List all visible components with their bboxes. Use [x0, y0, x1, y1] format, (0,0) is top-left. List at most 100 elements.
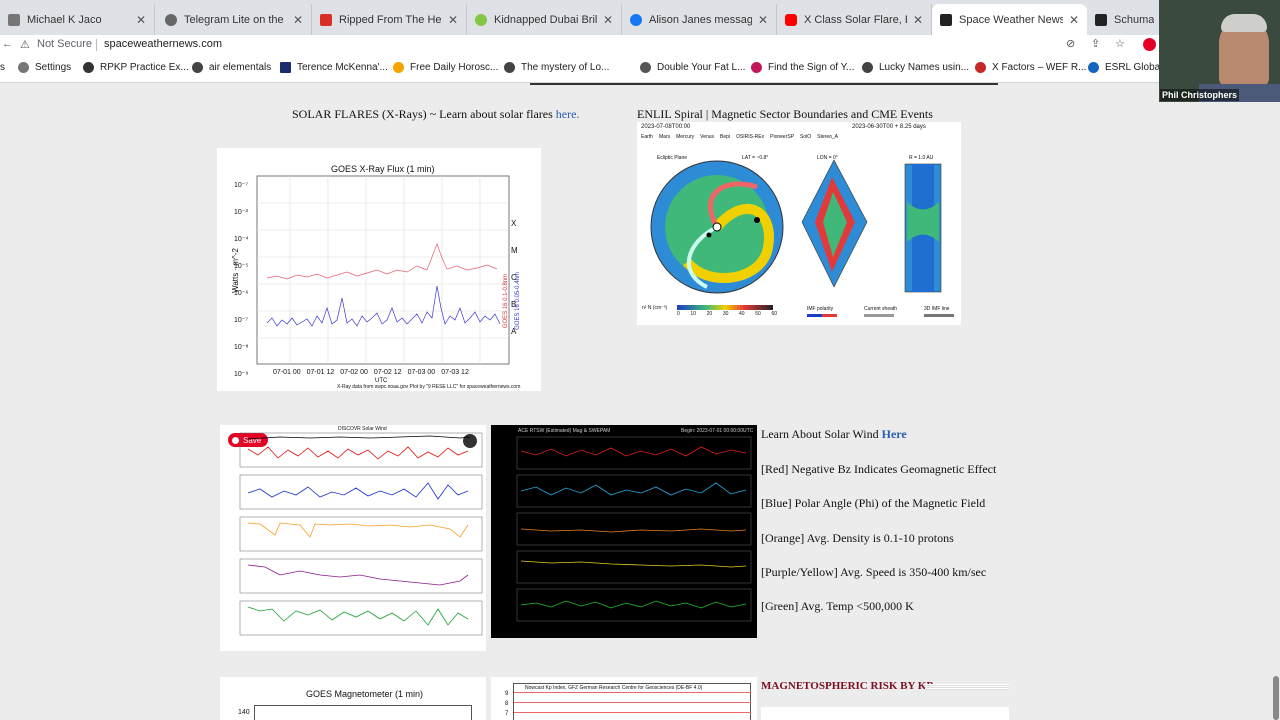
legend-red: [Red] Negative Bz Indicates Geomagnetic …: [761, 462, 997, 476]
bookmark-apps[interactable]: s: [0, 62, 5, 73]
tab-gmail[interactable]: Ripped From The Headlin ✕: [312, 4, 467, 35]
gmail-icon: [320, 13, 332, 26]
url-field[interactable]: spaceweathernews.com: [104, 38, 222, 50]
flare-class: X: [511, 219, 517, 228]
solar-flares-link[interactable]: here.: [556, 107, 580, 121]
colorbar-tick: 50: [755, 311, 761, 317]
solar-wind-link[interactable]: Here: [882, 427, 907, 441]
bookmark-fat-loss[interactable]: Double Your Fat L...: [640, 62, 745, 73]
tab-telegram[interactable]: Telegram Lite on the Mac ✕: [157, 4, 312, 35]
enlil-graphic: [650, 159, 954, 317]
bookmark-air-elementals[interactable]: air elementals: [192, 62, 271, 73]
kp-index-plot[interactable]: Nowcast Kp Index, GFZ German Research Ce…: [491, 677, 757, 720]
tab-youtube[interactable]: X Class Solar Flare, Brain ✕: [777, 4, 932, 35]
kp-threshold-line: [514, 702, 751, 703]
colorbar-tick: 0: [677, 311, 680, 317]
goes-xray-plot[interactable]: GOES X-Ray Flux (1 min) Watts · m^-2 10⁻…: [217, 148, 541, 391]
colorbar-tick: 60: [771, 311, 777, 317]
plot-axis: [254, 705, 472, 720]
risk-table: [761, 707, 1009, 720]
enlil-spiral-image[interactable]: 2023-07-08T00:00 2023-06-30T00 + 8.25 da…: [637, 122, 961, 325]
bookmark-settings[interactable]: Settings: [18, 62, 71, 73]
gear-icon: [18, 62, 29, 73]
legend-green: [Green] Avg. Temp <500,000 K: [761, 599, 914, 613]
tab-michael-jaco[interactable]: Michael K Jaco ✕: [0, 4, 155, 35]
x-tick: 07-02 00: [340, 369, 368, 376]
address-divider: [96, 39, 97, 51]
solar-wind-learn: Learn About Solar Wind Here: [761, 427, 907, 442]
y-tick: 10⁻⁶: [234, 290, 249, 297]
bookmark-label: The mystery of Lo...: [521, 62, 610, 73]
plot-credit: X-Ray data from swpc.noaa.gov Plot by "9…: [337, 384, 521, 390]
x-tick-labels: 07-01 00 07-01 12 07-02 00 07-02 12 07-0…: [273, 369, 469, 376]
bookmark-label: Settings: [35, 62, 72, 73]
site-icon: [280, 62, 291, 73]
close-icon[interactable]: ✕: [913, 13, 923, 27]
y-tick: 10⁻⁵: [234, 263, 249, 270]
plot-title: GOES Magnetometer (1 min): [306, 689, 424, 699]
goes-magnetometer-plot[interactable]: GOES Magnetometer (1 min) 140: [220, 677, 486, 720]
x-icon: [975, 62, 986, 73]
y-tick: 10⁻³: [234, 209, 248, 216]
heading-rule: [925, 684, 1009, 690]
tab-rumble[interactable]: Kidnapped Dubai Brillianc ✕: [467, 4, 622, 35]
close-icon[interactable]: ✕: [293, 13, 303, 27]
close-icon[interactable]: ✕: [603, 13, 613, 27]
security-status[interactable]: Not Secure: [37, 38, 92, 50]
bookmark-esrl[interactable]: ESRL Global: [1088, 62, 1162, 73]
back-arrow-icon[interactable]: ←: [2, 38, 13, 50]
discovr-solar-wind-plot[interactable]: DISCOVR Solar Wind Save: [220, 425, 486, 651]
webcam-hair: [1221, 14, 1267, 32]
bookmark-horoscope[interactable]: Free Daily Horosc...: [393, 62, 498, 73]
bookmark-label: Lucky Names usin...: [879, 62, 970, 73]
tab-label: Alison Janes messaged F: [649, 13, 752, 26]
bookmark-x-factors[interactable]: X Factors – WEF R...: [975, 62, 1086, 73]
bookmark-label: Find the Sign of Y...: [768, 62, 855, 73]
colorbar-tick: 10: [690, 311, 696, 317]
close-icon[interactable]: ✕: [136, 13, 146, 27]
bookmark-label: X Factors – WEF R...: [992, 62, 1087, 73]
colorbar-tick: 20: [706, 311, 713, 317]
flare-class: M: [511, 246, 518, 255]
bookmark-find-sign[interactable]: Find the Sign of Y...: [751, 62, 854, 73]
share-icon[interactable]: ⇪: [1091, 37, 1100, 50]
tab-label: Schumann: [1114, 13, 1154, 26]
x-tick: 07-03 00: [407, 369, 436, 376]
star-icon[interactable]: ☆: [1115, 37, 1125, 50]
enlil-colorbar-label: n² N (cm⁻³): [642, 305, 668, 311]
enlil-heading: ENLIL Spiral | Magnetic Sector Boundarie…: [637, 107, 933, 121]
bookmark-mystery[interactable]: The mystery of Lo...: [504, 62, 609, 73]
ace-charts: [516, 436, 752, 622]
legend-long: GOES 16 0.1-0.8nm: [503, 273, 510, 329]
y-tick: 10⁻⁹: [234, 371, 249, 378]
globe-icon: [192, 62, 203, 73]
solar-flares-text: SOLAR FLARES (X-Rays) ~ Learn about sola…: [292, 107, 556, 121]
legend-short: GOES 16 0.05-0.4nm: [514, 272, 521, 330]
bookmark-label: RPKP Practice Ex...: [100, 62, 189, 73]
youtube-icon: [785, 13, 797, 26]
ace-rtsw-plot[interactable]: ACE RTSW (Estimated) Mag & SWEPAM Begin:…: [491, 425, 757, 638]
bookmark-terence[interactable]: Terence McKenna'...: [280, 62, 388, 73]
x-tick: 07-01 12: [306, 369, 335, 376]
tab-label: Kidnapped Dubai Brillianc: [494, 13, 597, 26]
tab-label: Ripped From The Headlin: [339, 13, 442, 26]
kp-y-ticks: 9 8 7: [505, 689, 508, 719]
close-icon[interactable]: ✕: [758, 13, 768, 27]
colorbar-tick: 30: [722, 311, 729, 317]
bookmark-label: Free Daily Horosc...: [410, 62, 499, 73]
scrollbar-thumb[interactable]: [1273, 676, 1279, 720]
tab-schumann[interactable]: Schumann: [1087, 4, 1162, 35]
warning-icon[interactable]: ⚠: [20, 38, 30, 51]
tab-space-weather-news[interactable]: Space Weather News ✕: [932, 4, 1087, 35]
bookmark-lucky-names[interactable]: Lucky Names usin...: [862, 62, 969, 73]
eye-off-icon[interactable]: ⊘: [1066, 37, 1075, 50]
close-icon[interactable]: ✕: [1069, 13, 1079, 27]
address-bar: ← ⚠ Not Secure spaceweathernews.com ⊘ ⇪ …: [0, 35, 1280, 56]
bookmark-rpkp[interactable]: RPKP Practice Ex...: [83, 62, 189, 73]
tab-facebook[interactable]: Alison Janes messaged F ✕: [622, 4, 777, 35]
solar-wind-charts: [239, 432, 483, 636]
close-icon[interactable]: ✕: [448, 13, 458, 27]
y-tick: 10⁻⁴: [234, 236, 249, 243]
pinterest-icon[interactable]: [1143, 38, 1156, 51]
x-tick: 07-03 12: [441, 369, 469, 376]
